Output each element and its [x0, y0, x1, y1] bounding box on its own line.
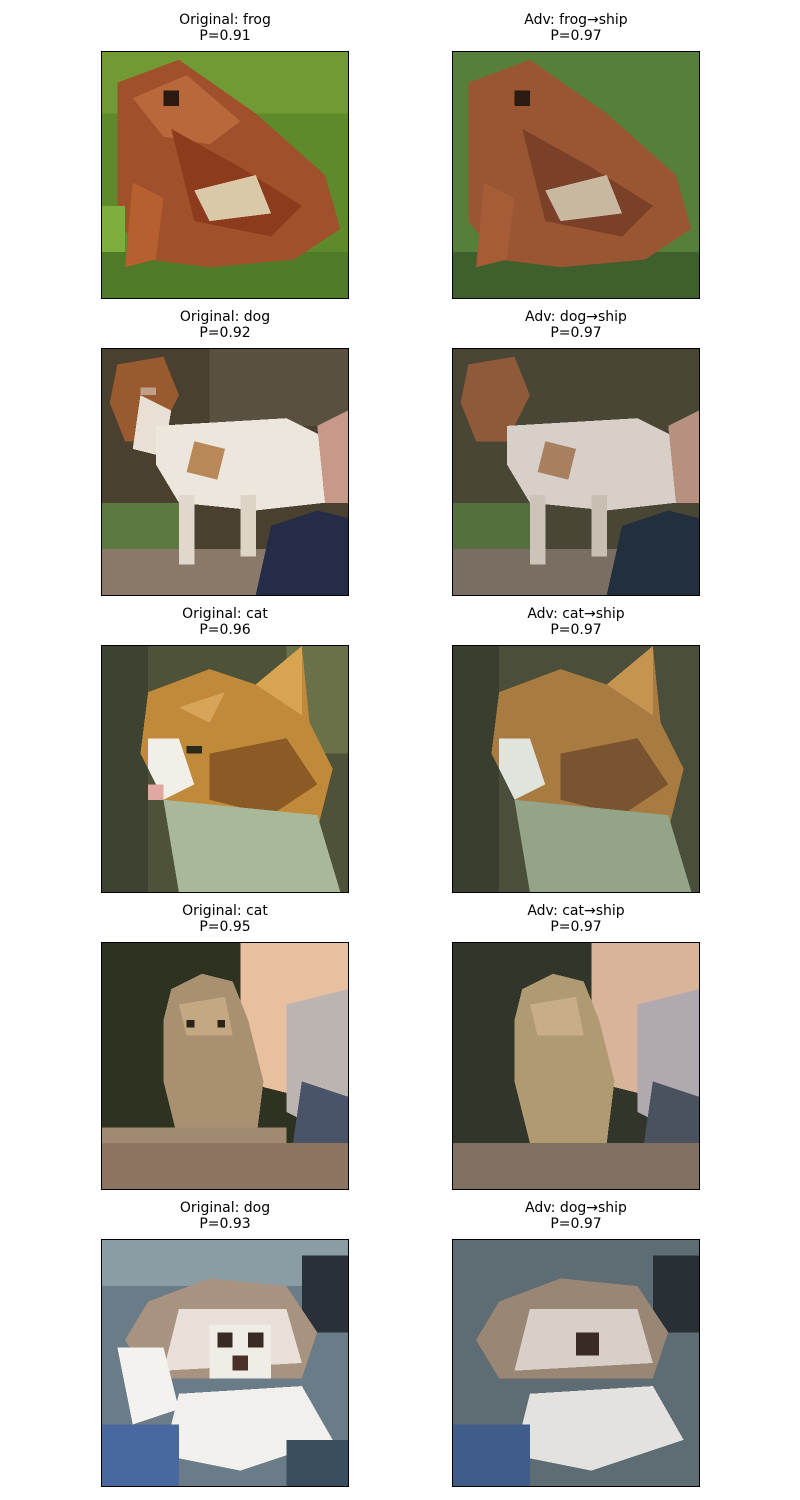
image-original-cat-2 [101, 942, 349, 1190]
caption-adversarial-3: Adv: cat→ship P=0.97 [452, 606, 700, 638]
image-adversarial-frog-1 [452, 51, 700, 299]
prob-adversarial-2: P=0.97 [550, 325, 602, 341]
image-original-dog-1 [101, 348, 349, 596]
caption-original-2: Original: dog P=0.92 [101, 309, 349, 341]
label-adversarial-5: Adv: dog→ship [525, 1200, 627, 1216]
label-original-1: Original: frog [179, 12, 271, 28]
label-original-3: Original: cat [182, 606, 268, 622]
label-adversarial-4: Adv: cat→ship [527, 903, 625, 919]
prob-original-5: P=0.93 [199, 1216, 251, 1232]
prob-original-1: P=0.91 [199, 28, 251, 44]
prob-original-2: P=0.92 [199, 325, 251, 341]
image-original-dog-2 [101, 1239, 349, 1487]
caption-original-1: Original: frog P=0.91 [101, 12, 349, 44]
prob-adversarial-5: P=0.97 [550, 1216, 602, 1232]
label-original-5: Original: dog [179, 1200, 271, 1216]
caption-original-3: Original: cat P=0.96 [101, 606, 349, 638]
caption-original-4: Original: cat P=0.95 [101, 903, 349, 935]
caption-adversarial-5: Adv: dog→ship P=0.97 [452, 1200, 700, 1232]
image-original-cat-1 [101, 645, 349, 893]
caption-adversarial-1: Adv: frog→ship P=0.97 [452, 12, 700, 44]
prob-adversarial-1: P=0.97 [550, 28, 602, 44]
prob-original-3: P=0.96 [199, 622, 251, 638]
image-original-frog-1 [101, 51, 349, 299]
label-adversarial-2: Adv: dog→ship [525, 309, 627, 325]
caption-adversarial-2: Adv: dog→ship P=0.97 [452, 309, 700, 341]
image-adversarial-cat-1 [452, 645, 700, 893]
image-adversarial-dog-1 [452, 348, 700, 596]
image-adversarial-dog-2 [452, 1239, 700, 1487]
label-original-4: Original: cat [182, 903, 268, 919]
label-adversarial-1: Adv: frog→ship [524, 12, 628, 28]
label-original-2: Original: dog [179, 309, 271, 325]
prob-adversarial-4: P=0.97 [550, 919, 602, 935]
caption-original-5: Original: dog P=0.93 [101, 1200, 349, 1232]
prob-adversarial-3: P=0.97 [550, 622, 602, 638]
image-adversarial-cat-2 [452, 942, 700, 1190]
prob-original-4: P=0.95 [199, 919, 251, 935]
caption-adversarial-4: Adv: cat→ship P=0.97 [452, 903, 700, 935]
label-adversarial-3: Adv: cat→ship [527, 606, 625, 622]
